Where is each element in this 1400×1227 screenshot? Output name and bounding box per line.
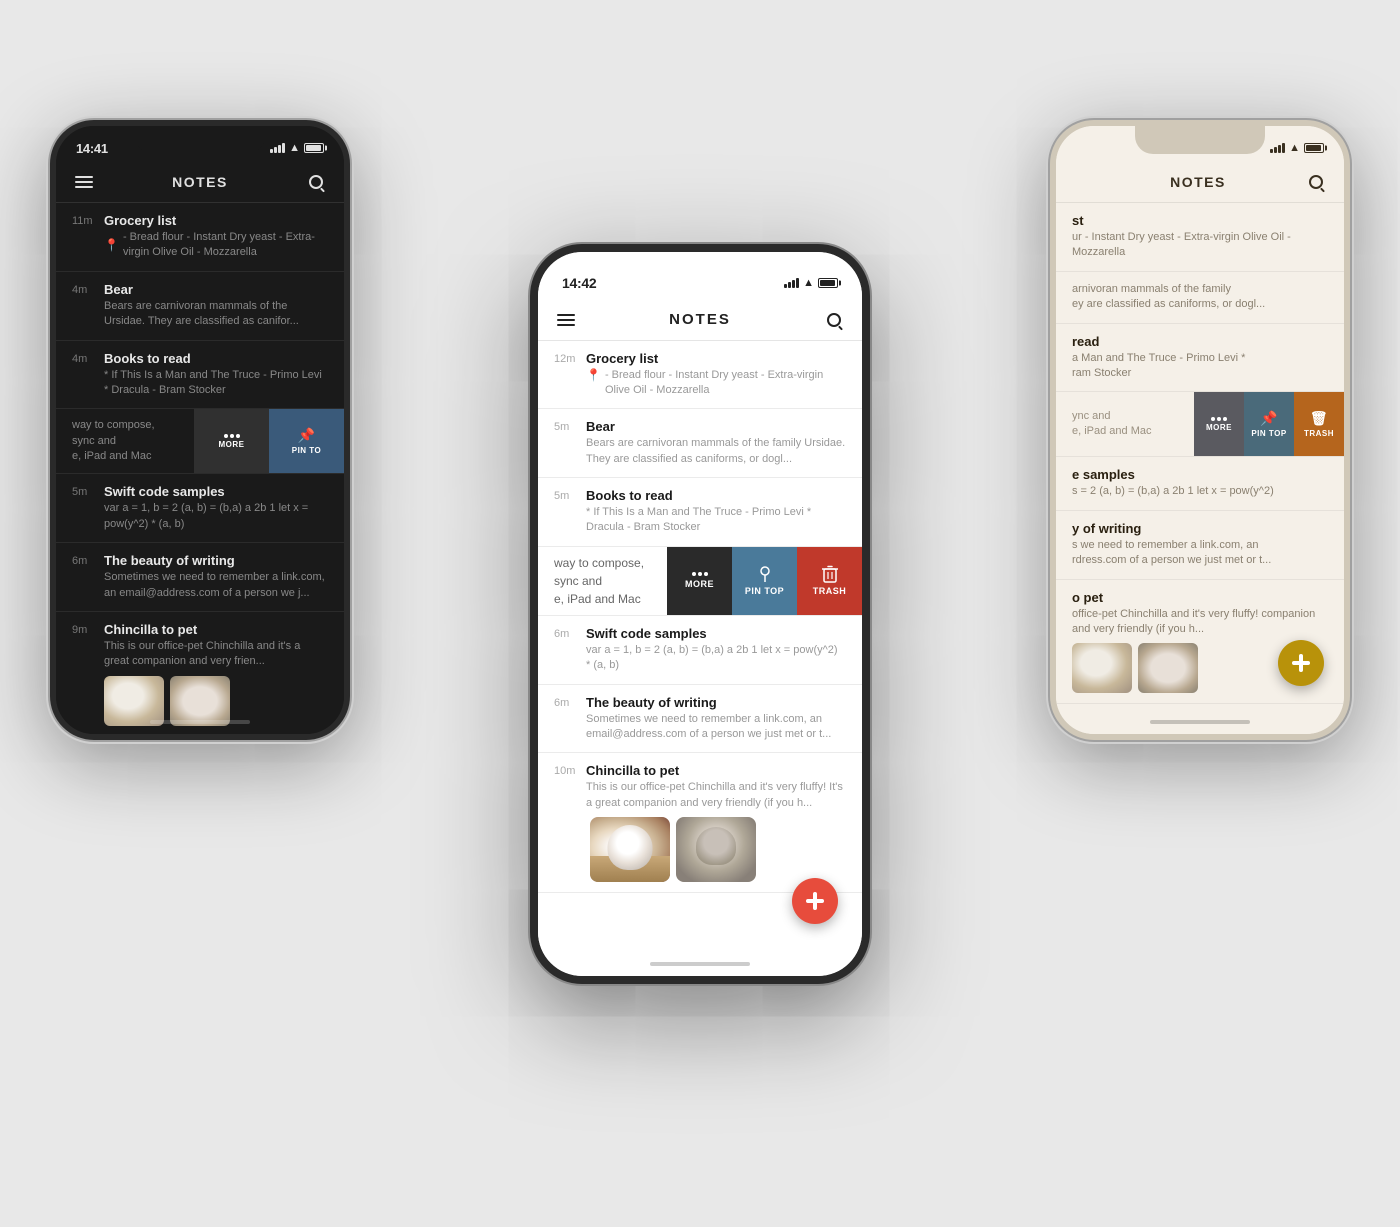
note-item-books-right[interactable]: read a Man and The Truce - Primo Levi *r… bbox=[1056, 324, 1344, 393]
note-item-beauty-center[interactable]: 6m The beauty of writing Sometimes we ne… bbox=[538, 685, 862, 754]
signal-icon-right bbox=[1270, 143, 1285, 153]
note-item-chinchilla-left[interactable]: 9m Chincilla to pet This is our office-p… bbox=[56, 612, 344, 734]
wifi-icon-left: ▲ bbox=[289, 142, 300, 154]
time-center: 14:42 bbox=[562, 275, 596, 291]
phone-right-screen: ▲ NOTES st ur - Instant Dry yeast - Extr… bbox=[1056, 126, 1344, 734]
phone-center-screen: 14:42 ▲ NOTES bbox=[538, 252, 862, 976]
chinchilla-thumb2-center bbox=[676, 817, 756, 882]
note-item-swift-left[interactable]: 5m Swift code samples var a = 1, b = 2 (… bbox=[56, 474, 344, 543]
status-icons-center: ▲ bbox=[784, 277, 838, 289]
fab-center[interactable] bbox=[792, 878, 838, 924]
pin-icon-left: 📍 bbox=[104, 238, 119, 252]
note-item-grocery-right[interactable]: st ur - Instant Dry yeast - Extra-virgin… bbox=[1056, 203, 1344, 272]
action-more-right[interactable]: MORE bbox=[1194, 392, 1244, 456]
action-pin-left[interactable]: 📌 PIN TO bbox=[269, 409, 344, 473]
app-title-left: NOTES bbox=[96, 174, 304, 190]
phone-left-screen: 14:41 ▲ NOTES bbox=[56, 126, 344, 734]
swipe-note-right: ync ande, iPad and Mac MORE 📌 bbox=[1056, 392, 1344, 457]
app-title-right: NOTES bbox=[1092, 174, 1304, 190]
swipe-note-center: way to compose, sync and e, iPad and Mac bbox=[538, 547, 862, 616]
phone-right: ▲ NOTES st ur - Instant Dry yeast - Extr… bbox=[1050, 120, 1350, 740]
note-item-grocery-left[interactable]: 11m Grocery list 📍 - Bread flour - Insta… bbox=[56, 203, 344, 272]
action-more-center[interactable]: MORE bbox=[667, 547, 732, 615]
app-header-center: NOTES bbox=[538, 304, 862, 341]
app-header-right: NOTES bbox=[1056, 166, 1344, 203]
action-trash-center[interactable]: TRASH bbox=[797, 547, 862, 615]
battery-icon-right bbox=[1304, 143, 1324, 153]
pin-icon-center: 📍 bbox=[586, 368, 601, 382]
note-item-bear-right[interactable]: arnivoran mammals of the familyey are cl… bbox=[1056, 272, 1344, 324]
action-pin-right[interactable]: 📌 PIN TOP bbox=[1244, 392, 1294, 456]
note-item-books-left[interactable]: 4m Books to read * If This Is a Man and … bbox=[56, 341, 344, 410]
time-left: 14:41 bbox=[76, 141, 108, 156]
note-item-beauty-right[interactable]: y of writing s we need to remember a lin… bbox=[1056, 511, 1344, 580]
menu-icon-left[interactable] bbox=[72, 170, 96, 194]
chinchilla-thumb2-right bbox=[1138, 643, 1198, 693]
notch-right bbox=[1135, 126, 1265, 154]
action-trash-right[interactable]: 🗑 TRASH bbox=[1294, 392, 1344, 456]
fab-right[interactable] bbox=[1278, 640, 1324, 686]
status-icons-right: ▲ bbox=[1270, 142, 1324, 154]
note-item-chinchilla-center[interactable]: 10m Chincilla to pet This is our office-… bbox=[538, 753, 862, 893]
battery-icon-left bbox=[304, 143, 324, 153]
wifi-icon-center: ▲ bbox=[803, 277, 814, 289]
home-indicator-center bbox=[650, 962, 750, 966]
app-title-center: NOTES bbox=[578, 311, 822, 328]
home-indicator-right bbox=[1150, 720, 1250, 724]
wifi-icon-right: ▲ bbox=[1289, 142, 1300, 154]
note-item-books-center[interactable]: 5m Books to read * If This Is a Man and … bbox=[538, 478, 862, 547]
menu-icon-center[interactable] bbox=[554, 308, 578, 332]
home-indicator-left bbox=[150, 720, 250, 724]
status-icons-left: ▲ bbox=[270, 142, 324, 154]
status-bar-center: 14:42 ▲ bbox=[538, 252, 862, 304]
chinchilla-thumb1-right bbox=[1072, 643, 1132, 693]
battery-icon-center bbox=[818, 278, 838, 288]
note-item-swift-right[interactable]: e samples s = 2 (a, b) = (b,a) a 2b 1 le… bbox=[1056, 457, 1344, 510]
phone-left: 14:41 ▲ NOTES bbox=[50, 120, 350, 740]
action-more-left[interactable]: MORE bbox=[194, 409, 269, 473]
note-item-bear-left[interactable]: 4m Bear Bears are carnivoran mammals of … bbox=[56, 272, 344, 341]
note-item-swift-center[interactable]: 6m Swift code samples var a = 1, b = 2 (… bbox=[538, 616, 862, 685]
search-icon-center[interactable] bbox=[822, 308, 846, 332]
note-item-bear-center[interactable]: 5m Bear Bears are carnivoran mammals of … bbox=[538, 409, 862, 478]
note-item-grocery-center[interactable]: 12m Grocery list 📍 - Bread flour - Insta… bbox=[538, 341, 862, 410]
chinchilla-thumb1-left bbox=[104, 676, 164, 726]
note-item-beauty-left[interactable]: 6m The beauty of writing Sometimes we ne… bbox=[56, 543, 344, 612]
notch-left bbox=[135, 126, 265, 154]
signal-icon-left bbox=[270, 143, 285, 153]
app-header-left: NOTES bbox=[56, 166, 344, 203]
signal-icon-center bbox=[784, 278, 799, 288]
chinchilla-thumb2-left bbox=[170, 676, 230, 726]
search-icon-right[interactable] bbox=[1304, 170, 1328, 194]
search-icon-left[interactable] bbox=[304, 170, 328, 194]
swipe-note-left: way to compose, sync ande, iPad and Mac … bbox=[56, 409, 344, 474]
action-pin-center[interactable]: PIN TOP bbox=[732, 547, 797, 615]
notes-list-left: 11m Grocery list 📍 - Bread flour - Insta… bbox=[56, 203, 344, 734]
chinchilla-thumb1-center bbox=[590, 817, 670, 882]
phone-center: 14:42 ▲ NOTES bbox=[530, 244, 870, 984]
